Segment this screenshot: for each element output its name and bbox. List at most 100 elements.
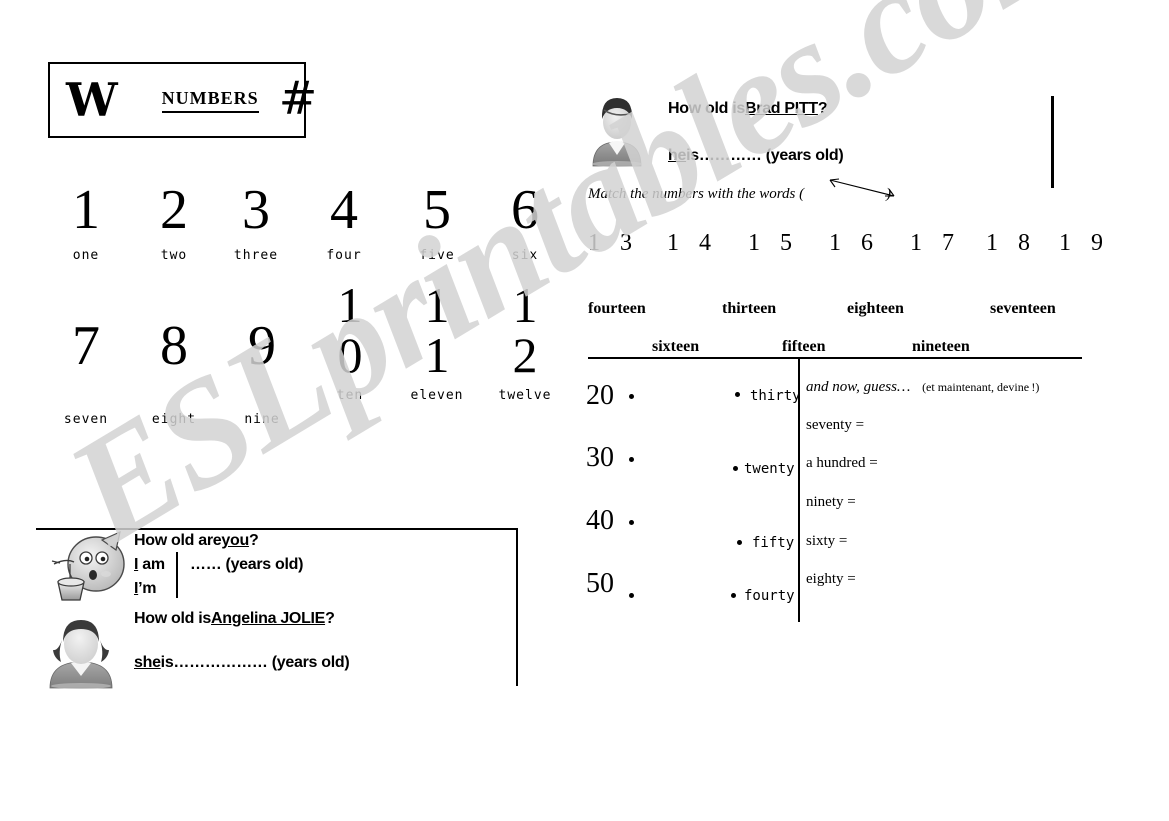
answer-im: I’m	[134, 580, 157, 598]
teen-word-fifteen: fifteen	[782, 338, 826, 355]
match-bullet-40[interactable]	[629, 520, 634, 525]
match-word-fifty[interactable]: fifty	[752, 535, 794, 551]
title-letter-w: W	[66, 73, 118, 127]
match-word-fourty[interactable]: fourty	[744, 588, 795, 604]
match-bullet-20[interactable]	[629, 394, 634, 399]
teen-number-14: 1 4	[667, 230, 718, 256]
match-word-thirty[interactable]: thirty	[750, 388, 801, 404]
instruction-close-paren: )	[886, 186, 891, 202]
number-cell-three: 3 three	[208, 182, 304, 263]
number-word: nine	[244, 412, 280, 427]
number-word: eleven	[410, 388, 464, 403]
teen-word-thirteen: thirteen	[722, 300, 777, 317]
digit-glyph-units: 2	[512, 327, 538, 383]
digit-glyph: 8	[160, 315, 188, 377]
hash-icon: #	[278, 71, 318, 125]
answer-i-am: I am	[134, 556, 165, 574]
digit-glyph: 9	[248, 315, 276, 377]
guess-heading: and now, guess… (et maintenant, devine !…	[806, 379, 1039, 396]
match-number-50[interactable]: 50	[586, 568, 614, 600]
page-title: NUMBERS	[161, 88, 259, 113]
guess-item-a-hundred[interactable]: a hundred =	[806, 455, 878, 472]
teen-number-15: 1 5	[748, 230, 799, 256]
guess-item-ninety[interactable]: ninety =	[806, 494, 856, 511]
number-word: three	[233, 248, 279, 263]
teen-number-18: 1 8	[986, 230, 1037, 256]
celebrity-name-angelina: Angelina JOLIE	[211, 610, 326, 627]
number-word: four	[326, 248, 362, 263]
digit-glyph: 4	[330, 179, 358, 241]
question-how-old-is-brad: How old is Brad PITT ?	[668, 100, 828, 118]
contraction-m: ’m	[138, 580, 157, 597]
question-prefix: How old is	[668, 100, 746, 117]
number-cell-eleven: 1 1 eleven	[389, 280, 485, 403]
teen-number-13: 1 3	[588, 230, 639, 256]
number-word: eight	[151, 412, 197, 427]
number-word: five	[419, 248, 455, 263]
question-prefix: How old is	[134, 610, 212, 627]
teen-word-seventeen: seventeen	[990, 300, 1056, 317]
match-bullet-twenty[interactable]	[733, 466, 738, 471]
guess-item-eighty[interactable]: eighty =	[806, 571, 856, 588]
teen-word-sixteen: sixteen	[652, 338, 700, 355]
number-cell-ten: 1 0 ten	[302, 280, 398, 403]
number-word: ten	[336, 388, 364, 403]
man-avatar-icon	[592, 98, 642, 167]
match-number-30[interactable]: 30	[586, 442, 614, 474]
pronoun-she: she	[134, 654, 161, 671]
number-cell-six: 6 six	[477, 182, 573, 263]
teen-word-fourteen: fourteen	[588, 300, 646, 317]
teen-number-19: 1 9	[1059, 230, 1110, 256]
number-cell-one: 1 one	[38, 182, 134, 263]
match-bullet-50[interactable]	[629, 593, 634, 598]
guess-item-sixty[interactable]: sixty =	[806, 533, 847, 550]
match-bullet-thirty[interactable]	[735, 392, 740, 397]
question-suffix: ?	[248, 532, 259, 549]
digit-glyph-units: 1	[424, 327, 450, 383]
birthday-face-icon	[51, 530, 125, 601]
question-keyword: you	[221, 532, 249, 549]
question-how-old-are-you: How old are you ?	[134, 532, 259, 550]
number-cell-twelve: 1 2 twelve	[477, 280, 573, 403]
match-bullet-30[interactable]	[629, 457, 634, 462]
section-divider-horizontal	[588, 357, 1082, 359]
match-number-20[interactable]: 20	[586, 380, 614, 412]
answer-he-is: he is ………… (years old)	[668, 147, 844, 165]
teen-word-nineteen: nineteen	[912, 338, 970, 355]
number-word: seven	[63, 412, 109, 427]
match-number-40[interactable]: 40	[586, 505, 614, 537]
worksheet-title-box: W NUMBERS #	[48, 62, 317, 138]
number-word: twelve	[498, 388, 552, 403]
digit-glyph-tens: 1	[512, 277, 538, 333]
pronoun-he: he	[668, 147, 687, 164]
number-cell-four: 4 four	[296, 182, 392, 263]
number-cell-five: 5 five	[389, 182, 485, 263]
number-cell-seven: 7 seven	[38, 318, 134, 427]
number-word: one	[72, 248, 100, 263]
digit-glyph-tens: 1	[424, 277, 450, 333]
question-suffix: ?	[325, 610, 335, 627]
teen-number-17: 1 7	[910, 230, 961, 256]
digit-glyph: 1	[72, 179, 100, 241]
instruction-match-numbers: Match the numbers with the words (	[588, 186, 805, 202]
match-bullet-fourty[interactable]	[731, 593, 736, 598]
digit-glyph: 7	[72, 315, 100, 377]
guess-item-seventy[interactable]: seventy =	[806, 417, 864, 434]
digit-glyph: 3	[242, 179, 270, 241]
guess-heading-english: and now, guess…	[806, 379, 911, 395]
digit-glyph-tens: 1	[337, 277, 363, 333]
answer-blank-years-old: …… (years old)	[190, 556, 304, 573]
teen-number-16: 1 6	[829, 230, 880, 256]
answer-blank-years-old: ……………… (years old)	[173, 654, 350, 671]
celebrity-name-brad: Brad PITT	[745, 100, 818, 117]
digit-glyph-units: 0	[337, 327, 363, 383]
verb-am: am	[138, 556, 165, 573]
match-bullet-fifty[interactable]	[737, 540, 742, 545]
number-word: six	[511, 248, 539, 263]
match-word-twenty[interactable]: twenty	[744, 461, 795, 477]
verb-is: is	[160, 654, 174, 671]
verb-is: is	[686, 147, 699, 164]
question-how-old-is-angelina: How old is Angelina JOLIE ?	[134, 610, 335, 628]
number-cell-nine: 9 nine	[214, 318, 310, 427]
answer-divider-line	[176, 552, 178, 598]
